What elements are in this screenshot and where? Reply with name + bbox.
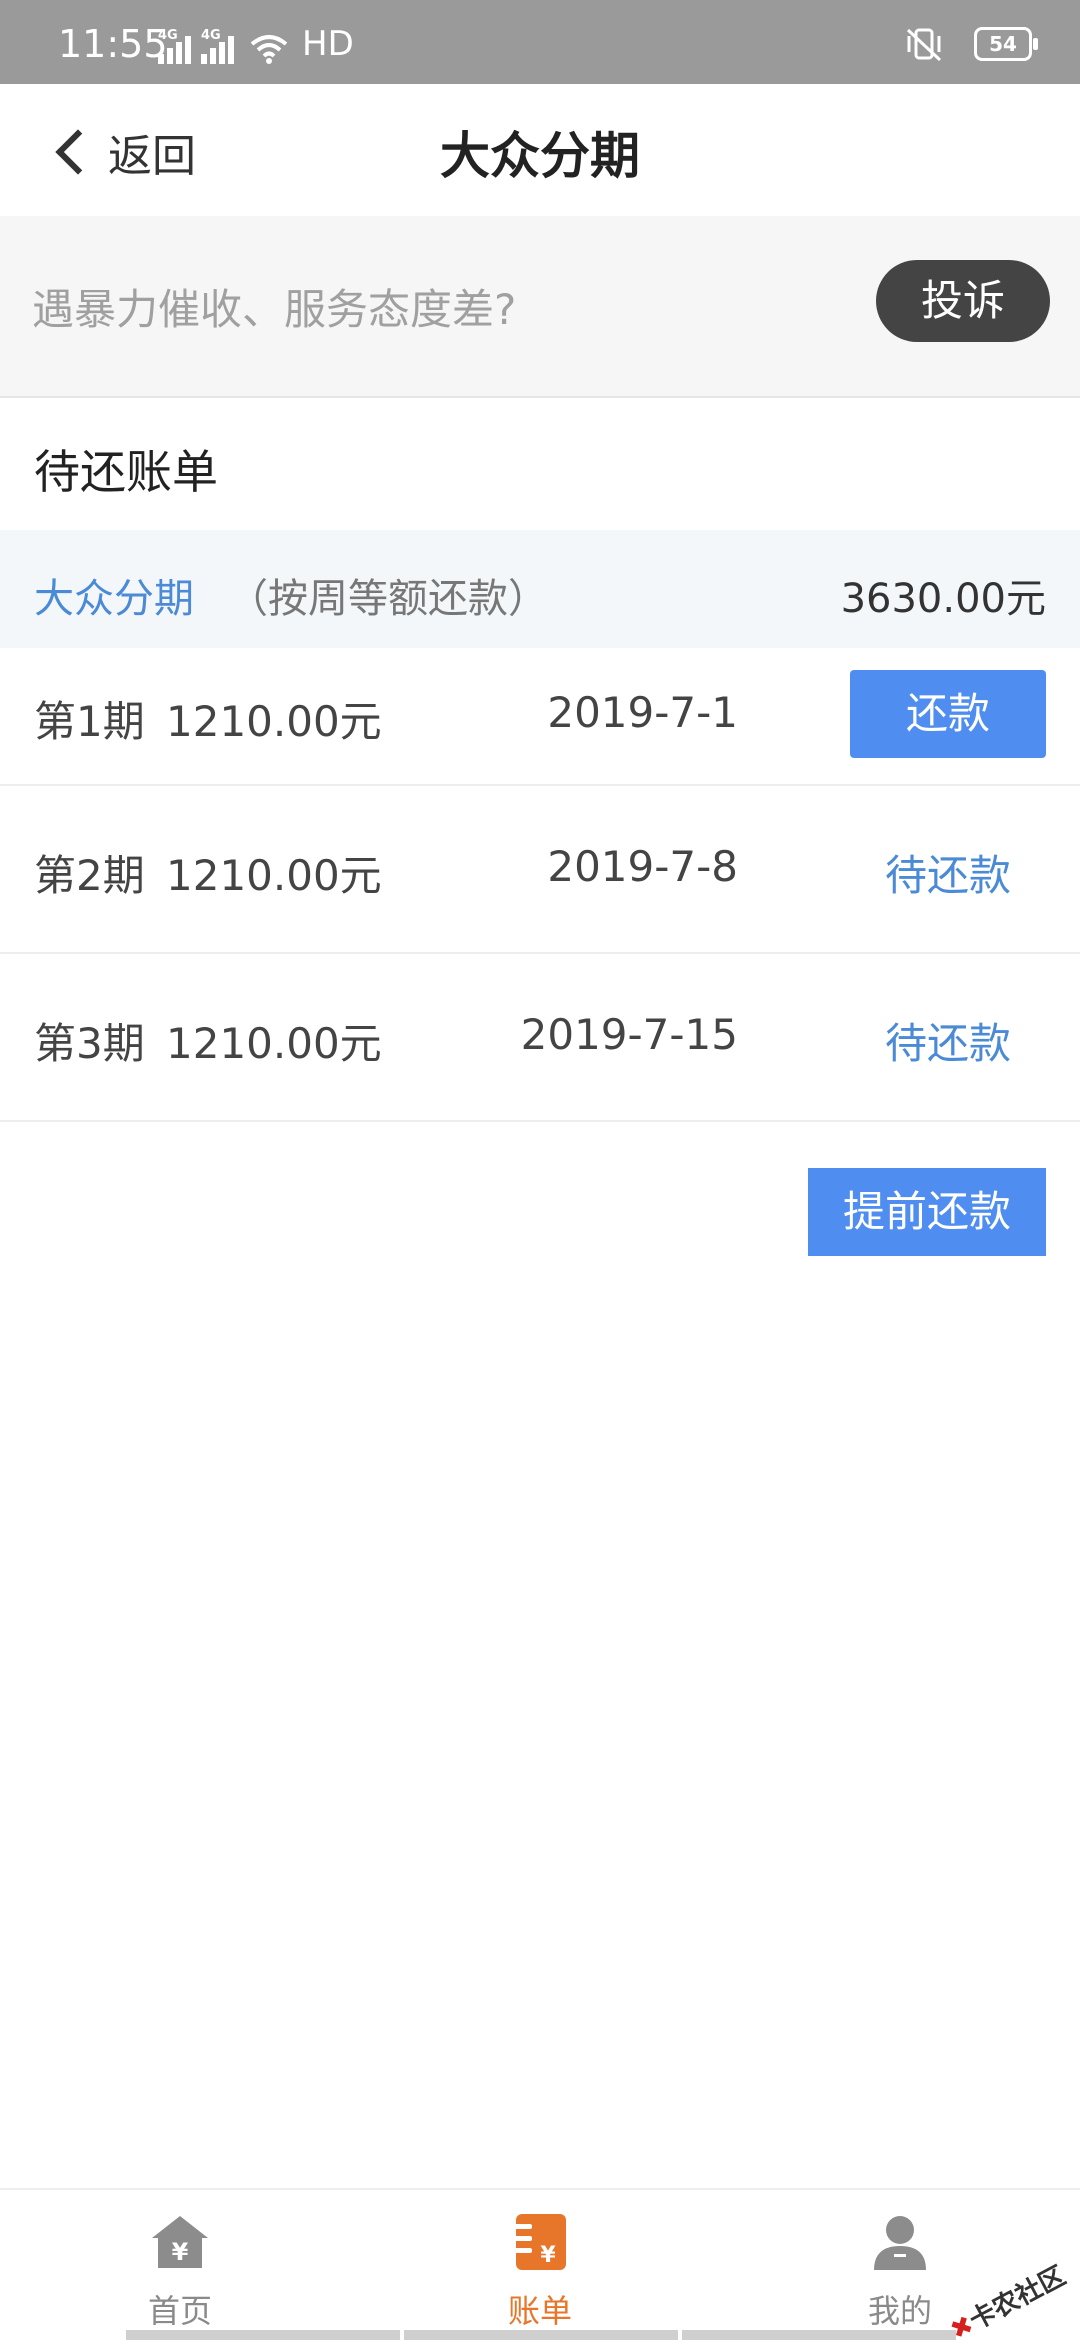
- network-type-label: 4G: [201, 28, 221, 43]
- complaint-prompt: 遇暴力催收、服务态度差?: [32, 285, 517, 334]
- tab-bills[interactable]: ¥ 账单: [440, 2190, 640, 2340]
- vibrate-mute-icon: [906, 28, 942, 62]
- network-type-label: 4G: [158, 28, 178, 43]
- tab-bar: ¥ 首页 ¥ 账单 我的: [0, 2188, 1080, 2342]
- installment-period: 第2期: [34, 851, 145, 900]
- svg-text:¥: ¥: [540, 2243, 556, 2268]
- product-summary-row: 大众分期 （按周等额还款） 3630.00元: [0, 530, 1080, 648]
- section-title: 待还账单: [34, 445, 218, 499]
- pending-status[interactable]: 待还款: [850, 842, 1046, 903]
- home-yen-icon: ¥: [152, 2216, 208, 2268]
- installment-due-date: 2019-7-1: [547, 688, 738, 737]
- installment-amount: 1210.00元: [166, 1019, 382, 1068]
- installment-amount: 1210.00元: [166, 851, 382, 900]
- home-indicator: [126, 2330, 956, 2340]
- pending-status[interactable]: 待还款: [850, 1010, 1046, 1071]
- complaint-banner: 遇暴力催收、服务态度差? 投诉: [0, 216, 1080, 398]
- installment-due-date: 2019-7-15: [520, 1010, 738, 1059]
- signal-icon: 4G: [201, 28, 234, 64]
- tab-label: 首页: [147, 2292, 212, 2330]
- page-title: 大众分期: [440, 127, 640, 185]
- installment-period: 第3期: [34, 1019, 145, 1068]
- status-bar: 11:55 4G 4G HD 54: [0, 0, 1080, 84]
- installment-due-date: 2019-7-8: [547, 842, 738, 891]
- installment-row: 第2期 1210.00元 2019-7-8 待还款: [0, 786, 1080, 954]
- hd-indicator: HD: [302, 24, 354, 64]
- tab-label: 账单: [507, 2292, 572, 2330]
- network-indicators: 4G 4G HD: [158, 24, 354, 64]
- prepay-button[interactable]: 提前还款: [808, 1168, 1046, 1256]
- installment-period: 第1期: [34, 697, 145, 746]
- installment-amount: 1210.00元: [166, 697, 382, 746]
- installment-row: 第3期 1210.00元 2019-7-15 待还款: [0, 954, 1080, 1122]
- wifi-icon: [250, 35, 288, 64]
- repayment-method: （按周等额还款）: [228, 576, 548, 622]
- installment-row: 第1期 1210.00元 2019-7-1 还款: [0, 648, 1080, 786]
- total-amount: 3630.00元: [840, 576, 1046, 622]
- complaint-button[interactable]: 投诉: [876, 260, 1050, 342]
- user-icon: [874, 2216, 926, 2270]
- status-time: 11:55: [58, 22, 168, 66]
- battery-icon: 54: [974, 27, 1038, 61]
- product-name: 大众分期: [34, 576, 194, 622]
- bill-icon: ¥: [510, 2214, 566, 2270]
- svg-text:¥: ¥: [172, 2238, 189, 2266]
- tab-home[interactable]: ¥ 首页: [80, 2190, 280, 2340]
- repay-button[interactable]: 还款: [850, 670, 1046, 758]
- signal-icon: 4G: [158, 28, 191, 64]
- nav-bar: 返回 大众分期: [0, 84, 1080, 216]
